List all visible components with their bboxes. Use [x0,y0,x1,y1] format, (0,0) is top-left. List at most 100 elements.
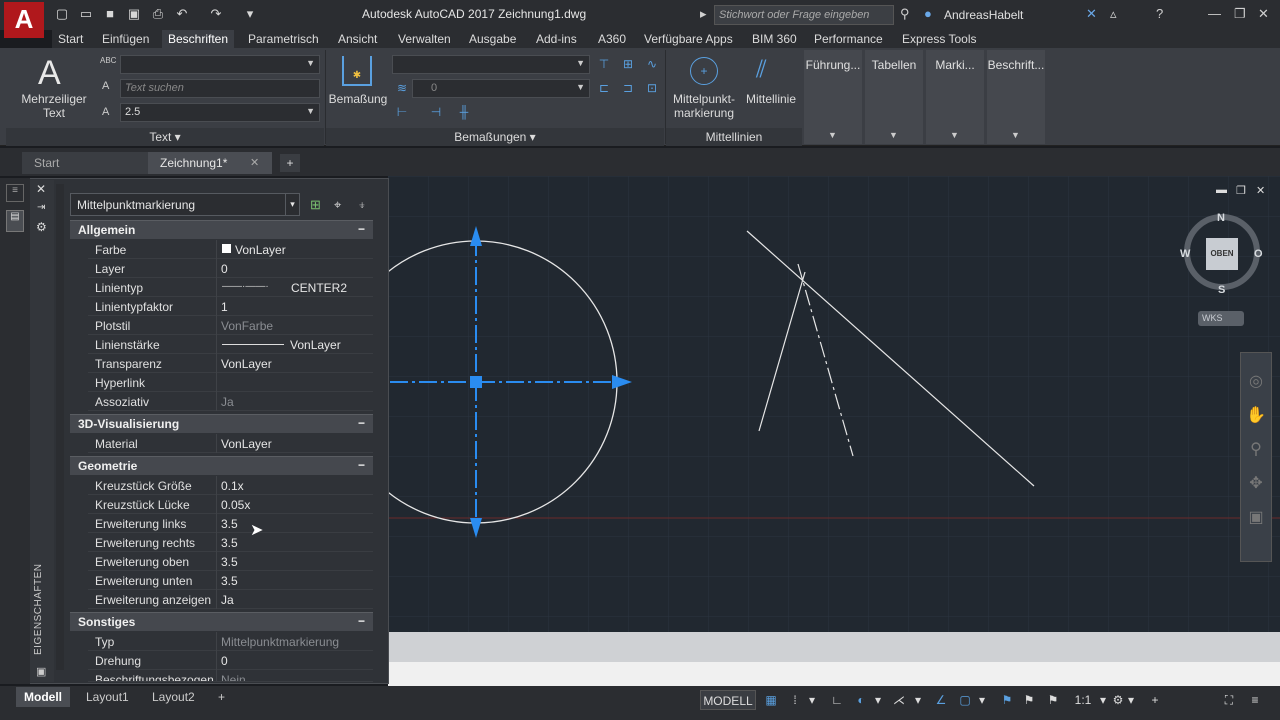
help-icon[interactable]: ? [1156,6,1163,21]
section-3d[interactable]: 3D-Visualisierung − [70,414,373,433]
prop-row[interactable]: Erweiterung anzeigen Ja [88,590,373,609]
redo-icon[interactable]: ↷ [208,6,224,22]
palette-close-icon[interactable]: ✕ [36,182,46,196]
open-icon[interactable]: ▭ [78,6,94,22]
center-grip[interactable] [470,376,482,388]
prop-row[interactable]: Kreuzstück Lücke 0.05x [88,495,373,514]
tab-ansicht[interactable]: Ansicht [332,30,383,48]
ucs-menu[interactable]: WKS [1198,311,1244,326]
snap-dropdown-icon[interactable]: ▾ [806,690,818,710]
layout-tab-model[interactable]: Modell [16,687,70,707]
prop-row[interactable]: Farbe VonLayer [88,240,373,259]
auto-scale-icon[interactable]: ⚑ [1020,690,1038,710]
prop-row[interactable]: Erweiterung unten 3.5 [88,571,373,590]
tables-panel[interactable]: Tabellen ▼ [865,50,923,144]
prop-row[interactable]: Typ Mittelpunktmarkierung [88,632,373,651]
doc-tab-close-icon[interactable]: ✕ [250,156,259,169]
find-text-icon[interactable]: A [102,80,109,92]
tab-beschriften[interactable]: Beschriften [162,30,235,48]
command-line-input[interactable] [388,662,1280,686]
dim-tool-1-icon[interactable]: ⊤ [596,56,612,72]
tab-parametrisch[interactable]: Parametrisch [242,30,325,48]
tab-einfuegen[interactable]: Einfügen [96,30,155,48]
dim-layer-icon[interactable]: ≋ [394,80,410,96]
markup-panel[interactable]: Marki... ▼ [926,50,984,144]
workspace-dropdown-icon[interactable]: ▾ [1126,690,1136,710]
quick-select-icon[interactable]: ⍖ [358,197,366,213]
section-geometrie[interactable]: Geometrie − [70,456,373,475]
tab-start[interactable]: Start [52,30,89,48]
model-space-button[interactable]: MODELL [700,690,756,710]
search-expand-icon[interactable]: ▸ [700,6,707,22]
palette-autohide-icon[interactable]: ⇥ [37,202,45,213]
close-icon[interactable]: ✕ [1258,6,1269,22]
binoculars-icon[interactable]: ⚲ [900,6,910,22]
prop-row[interactable]: Linientypfaktor 1 [88,297,373,316]
polar-icon[interactable]: ◐ [852,690,870,710]
minimize-icon[interactable]: — [1208,6,1221,21]
compass-south[interactable]: S [1218,284,1225,296]
continue-dim-icon[interactable]: ⊣ [428,104,444,120]
compass-west[interactable]: W [1180,248,1190,260]
wheel-icon[interactable]: ◎ [1241,371,1271,391]
showmotion-icon[interactable]: ▣ [1241,507,1271,527]
zoom-icon[interactable]: ⚲ [1241,439,1271,459]
prop-row[interactable]: Linienstärke VonLayer [88,335,373,354]
pan-icon[interactable]: ✋ [1241,405,1271,425]
prop-row[interactable]: Hyperlink [88,373,373,392]
ortho-icon[interactable]: ∟ [828,690,846,710]
layout-tab-2[interactable]: Layout2 [144,687,203,707]
workspace-gear-icon[interactable]: ⚙ [1110,690,1126,710]
tab-a360[interactable]: A360 [592,30,632,48]
centermark-icon[interactable]: + [690,57,718,85]
baseline-dim-icon[interactable]: ╫ [456,104,472,120]
dim-layer-combo[interactable]: 0 ▼ [412,79,590,98]
compass-north[interactable]: N [1217,212,1225,224]
osnap-icon[interactable]: ▢ [956,690,974,710]
tab-express-tools[interactable]: Express Tools [896,30,982,48]
tab-addins[interactable]: Add-ins [530,30,583,48]
undo-icon[interactable]: ↶ [174,6,190,22]
customize-status-icon[interactable]: ≡ [1246,690,1264,710]
osnap-dropdown-icon[interactable]: ▾ [976,690,988,710]
prop-row[interactable]: Drehung 0 [88,651,373,670]
layers-palette-icon[interactable]: ≡ [6,184,24,202]
centerline-icon[interactable]: ⫽ [756,56,767,84]
prop-row[interactable]: Transparenz VonLayer [88,354,373,373]
object-type-selector[interactable]: Mittelpunktmarkierung ▾ [70,193,300,216]
dim-tool-4-icon[interactable]: ⊏ [596,80,612,96]
viewport-close-icon[interactable]: ✕ [1256,184,1265,197]
dim-tool-5-icon[interactable]: ⊐ [620,80,636,96]
dim-tool-3-icon[interactable]: ∿ [644,56,660,72]
tab-ausgabe[interactable]: Ausgabe [463,30,522,48]
text-height-combo[interactable]: 2.5 ▼ [120,103,320,122]
selector-dropdown-icon[interactable]: ▾ [285,194,299,215]
iso-dropdown-icon[interactable]: ▾ [912,690,924,710]
isodraft-icon[interactable]: ⋌ [890,690,908,710]
centerline-button[interactable]: Mittellinie [742,92,800,106]
tab-bim360[interactable]: BIM 360 [746,30,803,48]
prop-row[interactable]: Assoziativ Ja [88,392,373,411]
scale-dropdown-icon[interactable]: ▾ [1098,690,1108,710]
prop-row[interactable]: Erweiterung oben 3.5 [88,552,373,571]
drawing-canvas[interactable] [388,176,1280,632]
prop-row[interactable]: Layer 0 [88,259,373,278]
leader-panel[interactable]: Führung... ▼ [804,50,862,144]
customize-icon[interactable]: ▾ [242,6,258,22]
add-layout-icon[interactable]: + [210,687,233,707]
fullscreen-icon[interactable]: ⛶ [1220,690,1238,710]
navigation-bar[interactable]: ◎ ✋ ⚲ ✥ ▣ [1240,352,1272,562]
select-objects-icon[interactable]: ⌖ [334,197,341,213]
annotation-visibility-icon[interactable]: ⚑ [998,690,1016,710]
dim-tool-2-icon[interactable]: ⊞ [620,56,636,72]
dimension-button[interactable]: Bemaßung [326,92,390,106]
dim-style-combo[interactable]: ▼ [392,55,590,74]
save-as-icon[interactable]: ▣ [126,6,142,22]
text-panel-label[interactable]: Text ▾ [6,128,324,146]
palette-scrollbar[interactable] [56,184,64,670]
save-icon[interactable]: ■ [102,6,118,22]
maximize-icon[interactable]: ❐ [1234,6,1246,22]
snap-icon[interactable]: ⁞ [786,690,804,710]
help-search-input[interactable]: Stichwort oder Frage eingeben [714,5,894,25]
spellcheck-icon[interactable]: ABC [100,56,116,65]
